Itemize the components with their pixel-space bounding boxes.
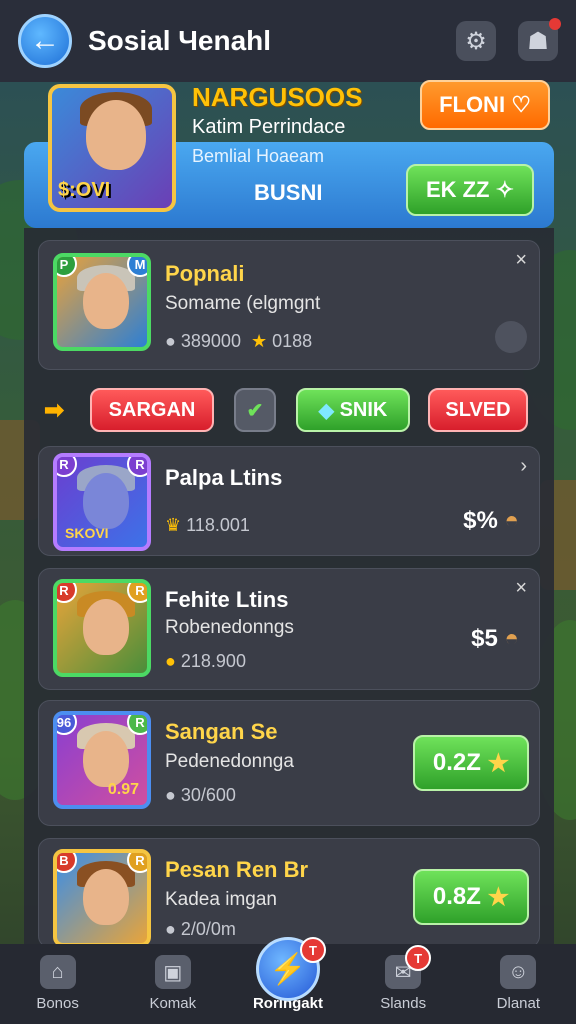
- card-price: $5: [471, 625, 498, 652]
- nav-label: Bonos: [36, 995, 79, 1012]
- orb-icon: ●: [165, 919, 176, 939]
- level-badge: R: [57, 457, 77, 477]
- snik-button[interactable]: ◆ SNIK: [296, 388, 410, 432]
- food-icon: ◓: [504, 625, 520, 652]
- star-icon: ★: [250, 331, 268, 351]
- level-badge: P: [57, 257, 77, 277]
- top-bar: ← Sosial Чenahl ⚙ ☗: [0, 0, 576, 82]
- card-stat: 218.900: [180, 651, 246, 671]
- class-badge: R: [127, 853, 147, 873]
- close-button[interactable]: ×: [515, 249, 527, 272]
- expand-button[interactable]: ›: [520, 455, 527, 478]
- list-item[interactable]: B R Pesan Ren Br Kadea imgan ● 2/0/0m 0.…: [38, 838, 540, 948]
- card-price: $%: [463, 507, 498, 534]
- card-stat: 2/0/0m: [180, 919, 236, 939]
- level-badge: R: [57, 583, 77, 603]
- action-row: ➡ SARGAN ✔ ◆ SNIK SLVED: [38, 386, 540, 434]
- check-button[interactable]: ✔: [234, 388, 276, 432]
- sargan-button[interactable]: SARGAN: [90, 388, 214, 432]
- nav-item-active[interactable]: ⚡ T Roringakt: [238, 937, 338, 1012]
- level-badge: 96: [57, 715, 77, 735]
- featured-subtitle: Katim Perrindace: [192, 116, 346, 138]
- class-badge: R: [127, 457, 147, 477]
- featured-portrait[interactable]: $:OVI: [48, 84, 176, 212]
- settings-button[interactable]: ⚙: [456, 21, 496, 61]
- portrait-label: 0.97: [107, 781, 139, 798]
- buy-button[interactable]: 0.2Z ★: [413, 735, 529, 791]
- nav-badge: T: [405, 945, 432, 971]
- class-badge: R: [127, 583, 147, 603]
- portrait-label: SKOVI: [65, 525, 109, 541]
- gear-icon: ⚙: [465, 27, 487, 55]
- page-title: Sosial Чenahl: [88, 25, 272, 56]
- card-name: Pesan Ren Br: [165, 857, 309, 882]
- featured-follow-button[interactable]: FLONI ♡: [420, 80, 550, 130]
- select-toggle[interactable]: [495, 321, 527, 353]
- bottom-nav: ⌂ Bonos ▣ Komak ⚡ T Roringakt ✉ T Slands…: [0, 937, 576, 1024]
- profile-button[interactable]: ☗: [518, 18, 561, 61]
- orb-icon: ●: [165, 331, 176, 351]
- card-name: Popnali: [165, 261, 245, 286]
- saved-button[interactable]: SLVED: [428, 388, 528, 432]
- list-item[interactable]: R R SKOVI Palpa Ltins ♛ 118.001 › $% ◓: [38, 446, 540, 556]
- star-icon: ★: [487, 883, 510, 911]
- nav-item-profile[interactable]: ☺ Dlanat: [468, 955, 568, 1012]
- back-button[interactable]: ←: [18, 14, 72, 68]
- nav-item-chat[interactable]: ✉ T Slands: [353, 945, 453, 1012]
- buy-button[interactable]: 0.8Z ★: [413, 869, 529, 925]
- featured-green-button[interactable]: EK ZZ ✧: [406, 164, 534, 216]
- trophy-icon: ♛: [165, 515, 182, 535]
- card-name: Palpa Ltins: [165, 465, 283, 490]
- card-stat: 118.001: [186, 515, 250, 535]
- food-icon: ◓: [504, 507, 520, 534]
- cards-icon: ▣: [154, 955, 191, 989]
- featured-price-label: $:OVI: [58, 179, 111, 201]
- featured-subtitle-2: Bemlial Hoaeam: [192, 146, 325, 166]
- nav-label: Slands: [380, 995, 427, 1012]
- coin-icon: ●: [165, 651, 176, 671]
- star-icon: ★: [487, 749, 510, 777]
- avatar: R R SKOVI: [53, 453, 151, 551]
- checkmark-icon: ✔: [246, 399, 264, 422]
- card-subtitle: Somame (elgmgnt: [165, 293, 321, 314]
- avatar: B R: [53, 849, 151, 947]
- notification-dot: [549, 18, 561, 30]
- card-subtitle: Pedenedonnga: [165, 751, 294, 772]
- card-stat-2: 0188: [272, 331, 313, 351]
- list-item[interactable]: P M Popnali Somame (elgmgnt ● 389000 ★ 0…: [38, 240, 540, 370]
- featured-center-label: BUSNI: [254, 180, 323, 205]
- avatar: P M: [53, 253, 151, 351]
- list-item[interactable]: R R Fehite Ltins Robenedonngs ● 218.900 …: [38, 568, 540, 690]
- nav-label: Dlanat: [496, 995, 541, 1012]
- nav-badge: T: [299, 937, 326, 963]
- arrow-right-icon: ➡: [44, 397, 65, 424]
- card-stat: 30/600: [180, 785, 236, 805]
- controller-icon: ☗: [527, 27, 549, 55]
- gem-icon: ◆: [318, 399, 335, 422]
- list-item[interactable]: 96 R 0.97 Sangan Se Pedenedonnga ● 30/60…: [38, 700, 540, 826]
- heart-icon: ♡: [511, 92, 531, 117]
- card-subtitle: Kadea imgan: [165, 889, 277, 910]
- orb-icon: ●: [165, 785, 176, 805]
- class-badge: R: [127, 715, 147, 735]
- nav-item-home[interactable]: ⌂ Bonos: [8, 955, 108, 1012]
- card-subtitle: Robenedonngs: [165, 617, 294, 638]
- card-stat: 389000: [180, 331, 241, 351]
- card-name: Sangan Se: [165, 719, 278, 744]
- class-badge: M: [127, 257, 147, 277]
- level-badge: B: [57, 853, 77, 873]
- nav-item-cards[interactable]: ▣ Komak: [123, 955, 223, 1012]
- nav-label: Komak: [149, 995, 197, 1012]
- arrow-left-icon: ←: [30, 24, 60, 57]
- user-icon: ☺: [500, 955, 537, 989]
- avatar: 96 R 0.97: [53, 711, 151, 809]
- sparkle-icon: ✧: [495, 177, 515, 202]
- avatar: R R: [53, 579, 151, 677]
- close-button[interactable]: ×: [515, 577, 527, 600]
- featured-name: NARGUSOOS: [192, 82, 363, 112]
- home-icon: ⌂: [39, 955, 76, 989]
- card-name: Fehite Ltins: [165, 587, 289, 612]
